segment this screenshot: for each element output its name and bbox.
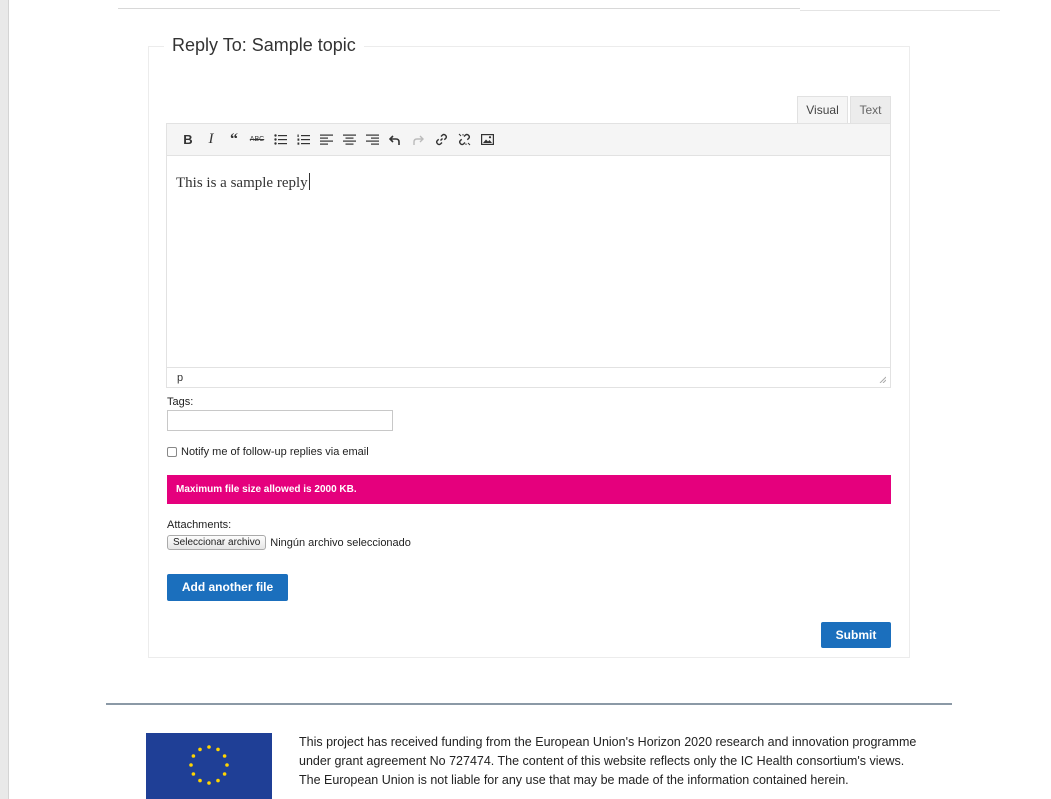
bullet-list-icon[interactable] <box>269 129 291 151</box>
resize-handle-icon[interactable] <box>878 375 886 383</box>
add-another-file-button[interactable]: Add another file <box>167 574 288 601</box>
strikethrough-icon[interactable]: ABC <box>246 129 268 151</box>
text-cursor <box>308 173 310 190</box>
funding-disclaimer: This project has received funding from t… <box>299 735 917 787</box>
align-right-icon[interactable] <box>361 129 383 151</box>
align-left-icon[interactable] <box>315 129 337 151</box>
reply-text: This is a sample reply <box>176 175 308 191</box>
window-edge <box>0 0 9 799</box>
redo-icon[interactable] <box>407 129 429 151</box>
editor-toolbar: B I “ ABC <box>167 124 890 156</box>
notify-checkbox[interactable] <box>167 447 177 457</box>
file-input-row: Seleccionar archivo Ningún archivo selec… <box>167 535 411 550</box>
link-icon[interactable] <box>430 129 452 151</box>
tab-visual[interactable]: Visual <box>797 96 848 123</box>
form-title: Reply To: Sample topic <box>164 30 364 60</box>
attachments-label: Attachments: <box>167 519 232 531</box>
element-path[interactable]: p <box>177 372 183 384</box>
notify-row: Notify me of follow-up replies via email <box>167 446 369 458</box>
numbered-list-icon[interactable] <box>292 129 314 151</box>
page: Reply To: Sample topic Visual Text B I “… <box>0 0 1051 799</box>
eu-flag-icon <box>146 733 272 799</box>
file-size-alert: Maximum file size allowed is 2000 KB. <box>167 475 891 504</box>
blockquote-icon[interactable]: “ <box>223 129 245 151</box>
editor-statusbar: p <box>167 367 890 387</box>
footer-divider <box>106 703 952 705</box>
tags-label: Tags: <box>167 396 194 408</box>
top-divider-right <box>800 10 1000 11</box>
submit-button[interactable]: Submit <box>821 622 891 648</box>
tab-text[interactable]: Text <box>850 96 891 123</box>
unlink-icon[interactable] <box>453 129 475 151</box>
tags-input[interactable] <box>167 410 393 431</box>
align-center-icon[interactable] <box>338 129 360 151</box>
bold-icon[interactable]: B <box>177 129 199 151</box>
choose-file-button[interactable]: Seleccionar archivo <box>167 535 267 550</box>
file-status: Ningún archivo seleccionado <box>270 536 411 549</box>
image-icon[interactable] <box>476 129 498 151</box>
editor-content-area[interactable]: This is a sample reply <box>167 157 890 367</box>
italic-icon[interactable]: I <box>200 129 222 151</box>
notify-label[interactable]: Notify me of follow-up replies via email <box>181 446 369 458</box>
undo-icon[interactable] <box>384 129 406 151</box>
top-divider <box>118 8 800 9</box>
reply-editor: B I “ ABC This is a sample reply p <box>166 123 891 388</box>
